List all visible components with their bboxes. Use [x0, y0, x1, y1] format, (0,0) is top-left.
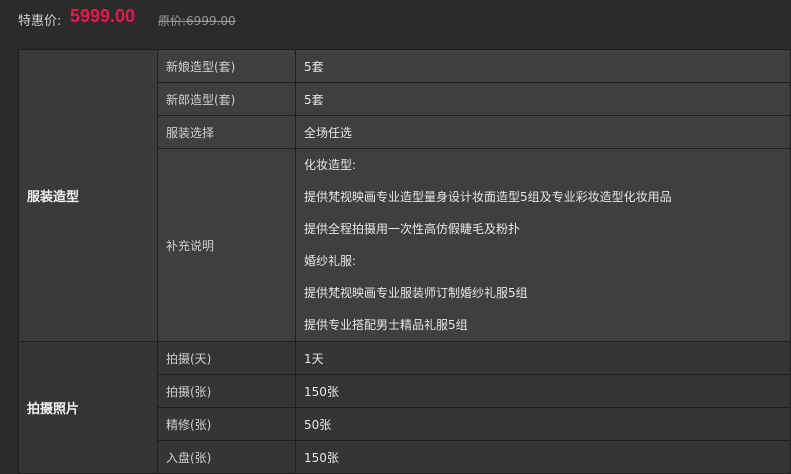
special-price-label: 特惠价: [18, 14, 62, 29]
row-label: 精修(张) [157, 407, 296, 441]
row-value: 全场任选 [295, 115, 791, 149]
row-value: 150张 [295, 440, 791, 474]
row-label: 入盘(张) [157, 440, 296, 474]
row-value: 5套 [295, 82, 791, 116]
supplementary-notes: 化妆造型: 提供梵视映画专业造型量身设计妆面造型5组及专业彩妆造型化妆用品 提供… [295, 148, 791, 342]
row-label: 服装选择 [157, 115, 296, 149]
note-line: 提供梵视映画专业服装师订制婚纱礼服5组 [304, 286, 528, 300]
group-title-costume: 服装造型 [18, 49, 158, 342]
note-line: 化妆造型: [304, 158, 357, 172]
note-line: 提供专业搭配男士精品礼服5组 [304, 318, 468, 332]
row-value: 150张 [295, 374, 791, 408]
price-bar: 特惠价: 5999.00 原价:6999.00 [0, 0, 791, 40]
note-line: 提供梵视映画专业造型量身设计妆面造型5组及专业彩妆造型化妆用品 [304, 190, 672, 204]
note-line: 婚纱礼服: [304, 254, 357, 268]
note-line: 提供全程拍摄用一次性高仿假睫毛及粉扑 [304, 222, 521, 236]
row-value: 50张 [295, 407, 791, 441]
table-row: 服装造型 新娘造型(套) 5套 [18, 49, 791, 342]
original-price: 原价:6999.00 [158, 14, 236, 28]
special-price-value: 5999.00 [70, 6, 136, 26]
row-value: 5套 [295, 49, 791, 83]
row-label: 拍摄(张) [157, 374, 296, 408]
row-label: 新娘造型(套) [157, 49, 296, 83]
row-value: 1天 [295, 341, 791, 375]
package-spec-table: 服装造型 新娘造型(套) 5套 新郎造型(套) 5套 服装选择 全场任选 补充说… [18, 49, 791, 474]
row-label: 新郎造型(套) [157, 82, 296, 116]
group-title-photos: 拍摄照片 [18, 341, 158, 474]
table-row: 拍摄照片 拍摄(天) 1天 [18, 341, 791, 474]
row-label: 补充说明 [157, 148, 296, 342]
row-label: 拍摄(天) [157, 341, 296, 375]
